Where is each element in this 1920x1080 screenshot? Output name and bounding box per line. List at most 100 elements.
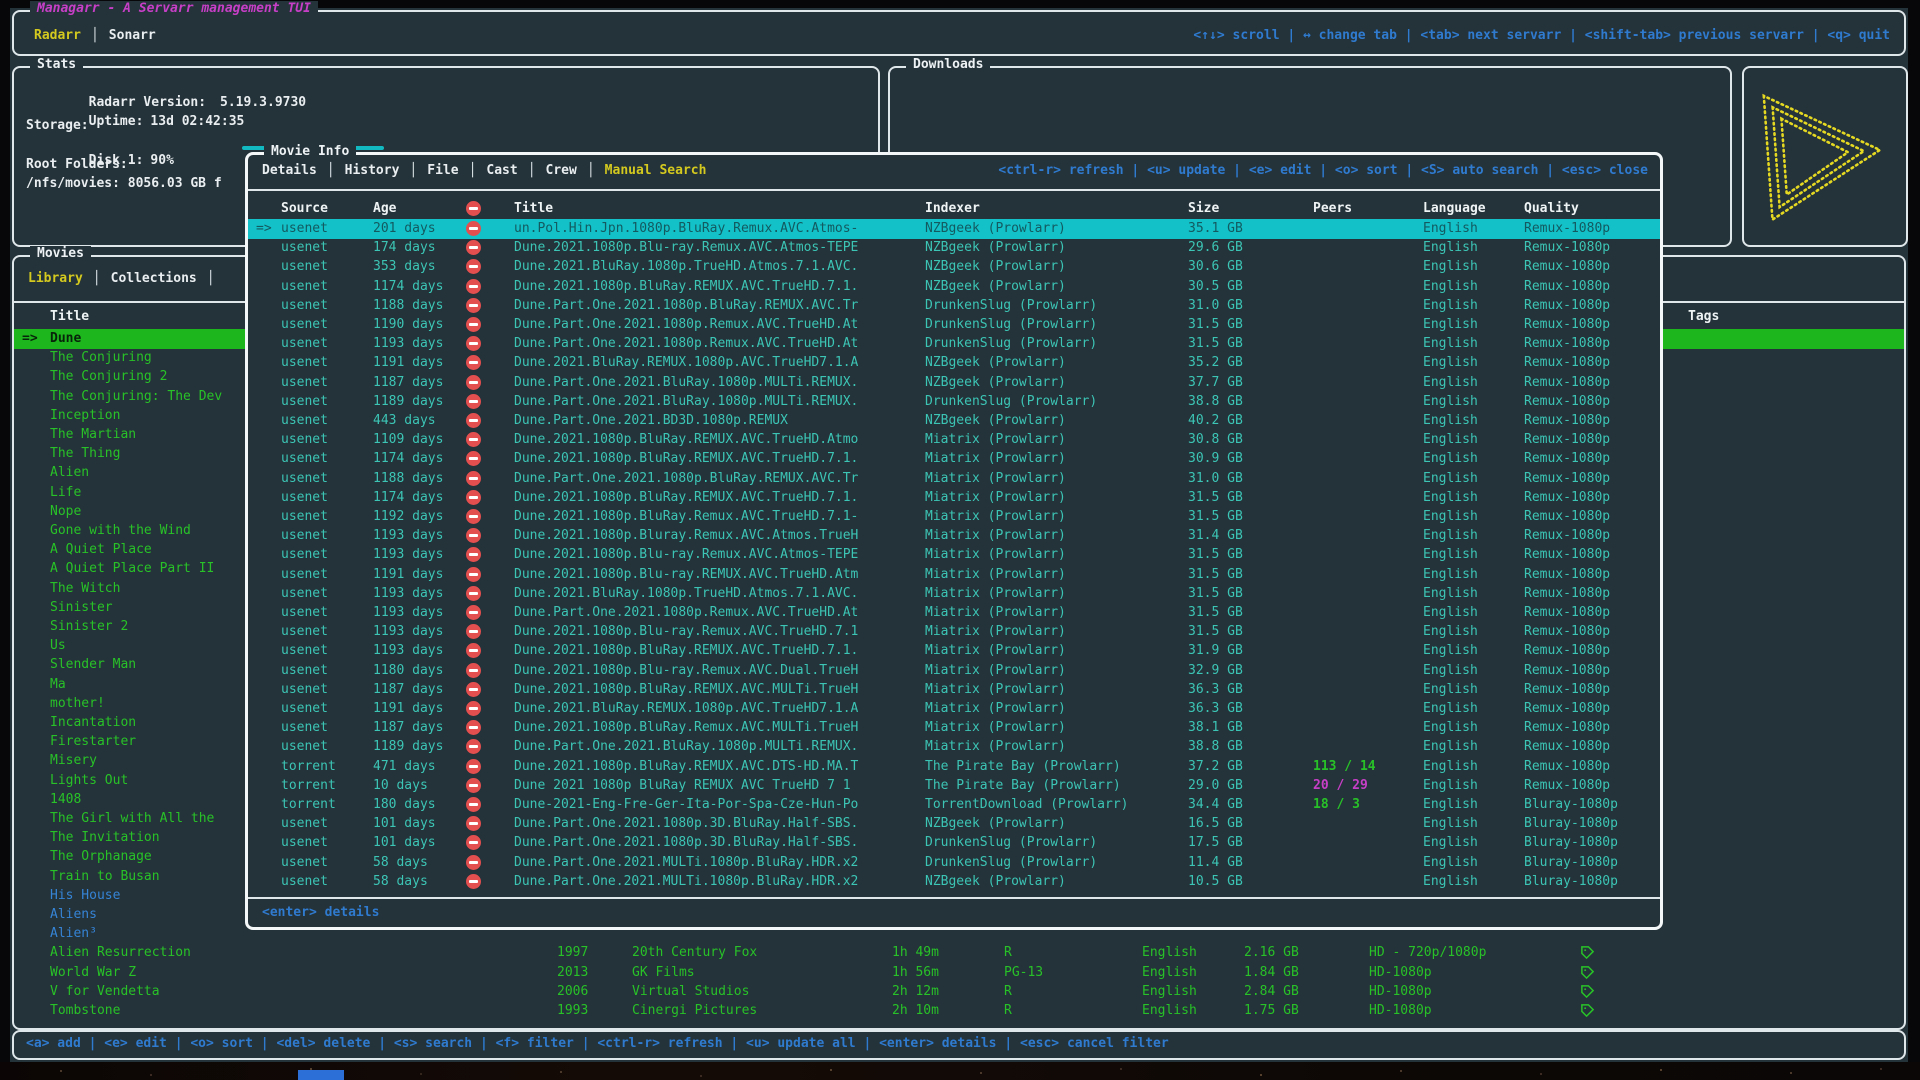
movie-title: Firestarter [50,732,136,752]
logo-panel [1742,66,1908,247]
result-quality: Bluray-1080p [1524,795,1618,815]
result-size: 36.3 GB [1188,699,1243,719]
result-size: 34.4 GB [1188,795,1243,815]
movie-title: 1408 [50,790,81,810]
search-result-row[interactable]: usenet1193 daysDune.2021.BluRay.1080p.Tr… [248,584,1660,604]
search-result-row[interactable]: usenet1189 daysDune.Part.One.2021.BluRay… [248,737,1660,757]
search-result-row[interactable]: usenet1193 daysDune.2021.1080p.Bluray.Re… [248,526,1660,546]
movie-title: The Conjuring [50,348,152,368]
movie-list-item[interactable]: Tombstone1993Cinergi Pictures2h 10mREngl… [14,1001,1904,1021]
search-result-row[interactable]: usenet58 daysDune.Part.One.2021.MULTi.10… [248,872,1660,892]
result-title: Dune.2021.BluRay.1080p.TrueHD.Atmos.7.1.… [514,584,858,604]
uptime-value: 13d 02:42:35 [150,114,244,129]
search-result-row[interactable]: usenet443 daysDune.Part.One.2021.BD3D.10… [248,411,1660,431]
tab-details[interactable]: Details [262,163,317,178]
search-result-row[interactable]: usenet1188 daysDune.Part.One.2021.1080p.… [248,296,1660,316]
movie-title: Lights Out [50,771,128,791]
result-size: 32.9 GB [1188,661,1243,681]
search-result-row[interactable]: usenet1187 daysDune.2021.1080p.BluRay.Re… [248,718,1660,738]
result-size: 31.5 GB [1188,565,1243,585]
result-quality: Remux-1080p [1524,737,1610,757]
result-size: 31.9 GB [1188,641,1243,661]
movie-studio: GK Films [632,963,695,983]
movie-info-footer-keybinds: <enter> details [262,905,379,920]
tab-manual-search[interactable]: Manual Search [605,163,707,178]
result-quality: Remux-1080p [1524,277,1610,297]
tab-crew[interactable]: Crew [546,163,577,178]
search-result-row[interactable]: usenet1191 daysDune.2021.1080p.Blu-ray.R… [248,565,1660,585]
result-size: 29.6 GB [1188,238,1243,258]
result-age: 1193 days [373,545,443,565]
tab-file[interactable]: File [427,163,458,178]
search-result-row[interactable]: usenet1180 daysDune.2021.1080p.Blu-ray.R… [248,661,1660,681]
search-result-row[interactable]: usenet1191 daysDune.2021.BluRay.REMUX.10… [248,353,1660,373]
result-size: 31.5 GB [1188,584,1243,604]
search-result-row[interactable]: usenet1174 daysDune.2021.1080p.BluRay.RE… [248,277,1660,297]
result-size: 31.5 GB [1188,603,1243,623]
search-result-row[interactable]: usenet1190 daysDune.Part.One.2021.1080p.… [248,315,1660,335]
result-language: English [1423,353,1478,373]
search-result-row[interactable]: usenet1193 daysDune.2021.1080p.Blu-ray.R… [248,622,1660,642]
movie-list-item[interactable]: Alien Resurrection199720th Century Fox1h… [14,943,1904,963]
result-source: usenet [281,353,328,373]
result-size: 31.0 GB [1188,296,1243,316]
root-folders-label: Root Folders: [26,157,128,172]
result-language: English [1423,757,1478,777]
tab-cast[interactable]: Cast [486,163,517,178]
result-quality: Remux-1080p [1524,257,1610,277]
search-result-row[interactable]: usenet1193 daysDune.2021.1080p.BluRay.RE… [248,641,1660,661]
search-result-row[interactable]: usenet1174 daysDune.2021.1080p.BluRay.RE… [248,488,1660,508]
search-result-row[interactable]: usenet353 daysDune.2021.BluRay.1080p.Tru… [248,257,1660,277]
rejected-icon [466,816,481,831]
search-result-row[interactable]: usenet1193 daysDune.Part.One.2021.1080p.… [248,603,1660,623]
movie-title: Us [50,636,66,656]
result-quality: Bluray-1080p [1524,833,1618,853]
search-result-row[interactable]: torrent10 daysDune 2021 1080p BluRay REM… [248,776,1660,796]
tab-sonarr[interactable]: Sonarr [109,28,156,43]
search-result-row[interactable]: usenet1187 daysDune.2021.1080p.BluRay.RE… [248,680,1660,700]
result-title: Dune.Part.One.2021.1080p.BluRay.REMUX.AV… [514,296,858,316]
movie-list-item[interactable]: World War Z2013GK Films1h 56mPG-13Englis… [14,963,1904,983]
result-quality: Remux-1080p [1524,776,1610,796]
search-result-row[interactable]: usenet101 daysDune.Part.One.2021.1080p.3… [248,814,1660,834]
search-result-row[interactable]: =>usenet201 daysun.Pol.Hin.Jpn.1080p.Blu… [248,219,1660,239]
search-result-row[interactable]: usenet101 daysDune.Part.One.2021.1080p.3… [248,833,1660,853]
result-language: English [1423,718,1478,738]
result-age: 443 days [373,411,436,431]
movie-list-item[interactable]: V for Vendetta2006Virtual Studios2h 12mR… [14,982,1904,1002]
tab-separator: │ [91,28,99,43]
movie-title: V for Vendetta [50,982,160,1002]
tab-radarr[interactable]: Radarr [34,28,81,43]
result-title: Dune.Part.One.2021.1080p.Remux.AVC.TrueH… [514,603,858,623]
search-result-row[interactable]: torrent471 daysDune.2021.1080p.BluRay.RE… [248,757,1660,777]
search-result-row[interactable]: usenet1188 daysDune.Part.One.2021.1080p.… [248,469,1660,489]
tab-history[interactable]: History [345,163,400,178]
rejected-icon [466,509,481,524]
result-quality: Remux-1080p [1524,584,1610,604]
tab-library[interactable]: Library [28,271,83,286]
result-size: 31.5 GB [1188,545,1243,565]
servarr-tabs: Radarr │ Sonarr [34,28,156,43]
search-result-row[interactable]: usenet174 daysDune.2021.1080p.Blu-ray.Re… [248,238,1660,258]
search-result-row[interactable]: usenet1191 daysDune.2021.BluRay.REMUX.10… [248,699,1660,719]
rejected-icon [466,586,481,601]
search-result-row[interactable]: usenet1109 daysDune.2021.1080p.BluRay.RE… [248,430,1660,450]
rejected-icon [466,298,481,313]
search-result-row[interactable]: usenet1189 daysDune.Part.One.2021.BluRay… [248,392,1660,412]
result-language: English [1423,680,1478,700]
result-language: English [1423,469,1478,489]
title-column-header: Title [514,199,553,219]
search-result-row[interactable]: usenet1192 daysDune.2021.1080p.BluRay.Re… [248,507,1660,527]
result-indexer: DrunkenSlug (Prowlarr) [925,833,1097,853]
search-result-row[interactable]: torrent180 daysDune-2021-Eng-Fre-Ger-Ita… [248,795,1660,815]
search-result-row[interactable]: usenet1187 daysDune.Part.One.2021.BluRay… [248,373,1660,393]
play-triangle-icon [1752,82,1902,236]
search-result-row[interactable]: usenet1193 daysDune.2021.1080p.Blu-ray.R… [248,545,1660,565]
wallpaper-stars [0,1062,2,1064]
search-result-row[interactable]: usenet1174 daysDune.2021.1080p.BluRay.RE… [248,449,1660,469]
result-title: Dune.2021.1080p.Blu-ray.Remux.AVC.TrueHD… [514,622,858,642]
search-result-row[interactable]: usenet58 daysDune.Part.One.2021.MULTi.10… [248,853,1660,873]
tab-collections[interactable]: Collections [111,271,197,286]
result-quality: Remux-1080p [1524,507,1610,527]
search-result-row[interactable]: usenet1193 daysDune.Part.One.2021.1080p.… [248,334,1660,354]
